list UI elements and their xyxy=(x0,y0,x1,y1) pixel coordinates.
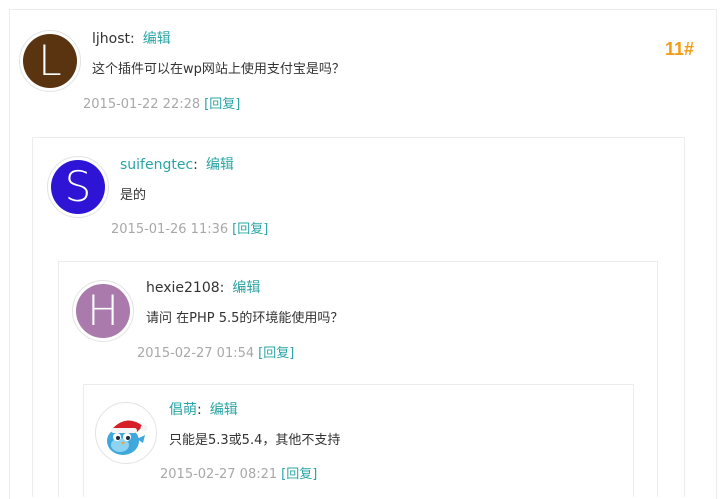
comment-date: 2015-02-27 01:54 xyxy=(137,346,255,361)
comment-content: 这个插件可以在wp网站上使用支付宝是吗？ xyxy=(92,62,345,77)
avatar xyxy=(95,402,157,464)
author-colon: : xyxy=(193,157,198,173)
comment-author-link[interactable]: suifengtec xyxy=(120,157,193,173)
edit-link[interactable]: 编辑 xyxy=(143,31,171,47)
comment-date: 2015-02-27 08:21 xyxy=(160,467,278,482)
author-colon: : xyxy=(130,31,135,47)
comment-date: 2015-01-26 11:36 xyxy=(111,222,229,237)
comment-author-link[interactable]: 倡萌 xyxy=(169,402,197,418)
comment-meta: 2015-01-26 11:36 [回复] xyxy=(111,218,268,237)
comment-content: 只能是5.3或5.4，其他不支持 xyxy=(169,433,341,448)
avatar: H xyxy=(72,280,134,342)
edit-link[interactable]: 编辑 xyxy=(210,402,238,418)
comment-header: suifengtec: 编辑 xyxy=(120,154,234,174)
comment-author: hexie2108 xyxy=(146,280,220,296)
reply-link[interactable]: [回复] xyxy=(204,97,240,112)
avatar-letter: H xyxy=(76,284,130,338)
edit-link[interactable]: 编辑 xyxy=(206,157,234,173)
comment-header: ljhost: 编辑 xyxy=(92,28,171,48)
reply-link[interactable]: [回复] xyxy=(281,467,317,482)
comment-content: 是的 xyxy=(120,188,147,203)
avatar-letter: L xyxy=(23,34,77,88)
comment-author: ljhost xyxy=(92,31,131,47)
reply-link[interactable]: [回复] xyxy=(232,222,268,237)
floor-number: 11# xyxy=(664,39,694,59)
reply-link[interactable]: [回复] xyxy=(258,346,294,361)
comment-meta: 2015-02-27 01:54 [回复] xyxy=(137,342,294,361)
avatar-letter: S xyxy=(51,160,105,214)
comment-date: 2015-01-22 22:28 xyxy=(83,97,201,112)
avatar: S xyxy=(47,156,109,218)
avatar: L xyxy=(19,30,81,92)
comment-meta: 2015-01-22 22:28 [回复] xyxy=(83,93,240,112)
blue-bird-santa-hat-icon xyxy=(99,406,153,460)
author-colon: : xyxy=(219,280,225,296)
edit-link[interactable]: 编辑 xyxy=(232,280,260,296)
comment-header: 倡萌: 编辑 xyxy=(169,399,238,419)
author-colon: : xyxy=(197,402,202,418)
comment-meta: 2015-02-27 08:21 [回复] xyxy=(160,463,317,482)
comment-content: 请问 在PHP 5.5的环境能使用吗？ xyxy=(146,311,344,326)
comment-header: hexie2108: 编辑 xyxy=(146,277,260,297)
